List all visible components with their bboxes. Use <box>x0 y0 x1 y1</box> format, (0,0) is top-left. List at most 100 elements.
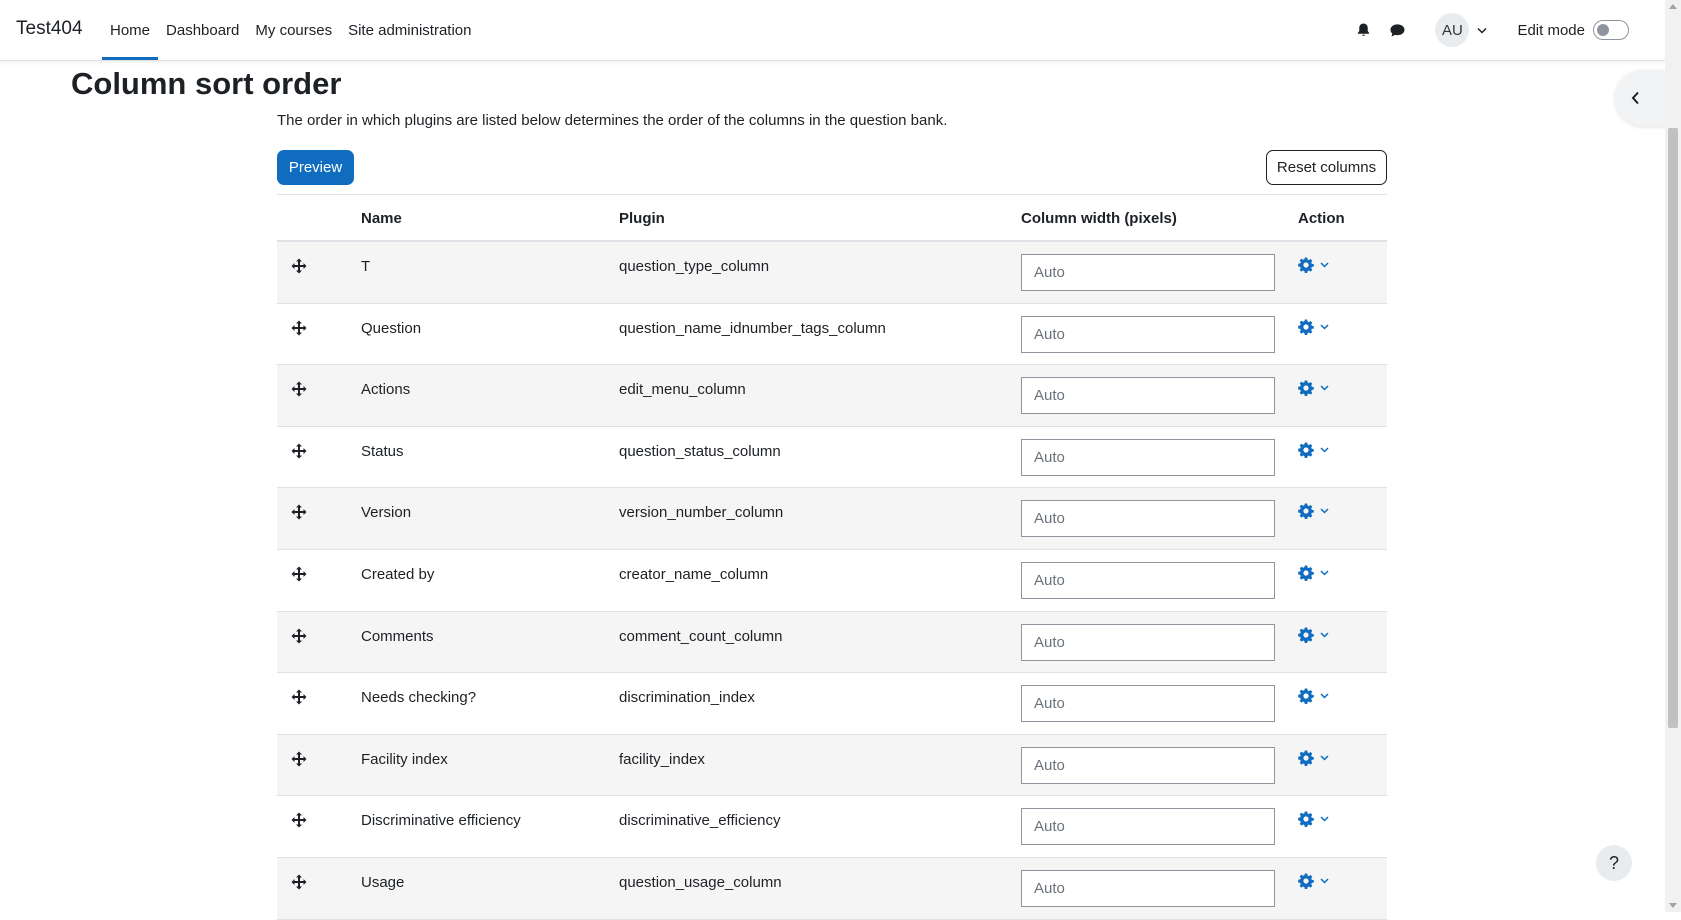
reset-columns-button[interactable]: Reset columns <box>1266 150 1387 185</box>
move-icon[interactable] <box>290 442 308 460</box>
column-sort-table: Name Plugin Column width (pixels) Action… <box>277 194 1387 920</box>
move-icon[interactable] <box>290 565 308 583</box>
gear-icon[interactable] <box>1298 873 1314 889</box>
gear-icon[interactable] <box>1298 380 1314 397</box>
scroll-thumb[interactable] <box>1668 128 1678 728</box>
column-plugin: question_type_column <box>619 258 770 275</box>
move-icon[interactable] <box>290 503 308 521</box>
table-row: Comments comment_count_column <box>277 611 1387 674</box>
column-action-menu[interactable] <box>1298 319 1329 335</box>
column-plugin: edit_menu_column <box>619 381 746 399</box>
gear-icon[interactable] <box>1298 257 1314 273</box>
gear-icon[interactable] <box>1298 565 1314 581</box>
column-name: Actions <box>361 381 411 399</box>
column-name: Status <box>361 442 404 460</box>
move-icon[interactable] <box>290 627 308 645</box>
column-name: Usage <box>361 873 405 891</box>
column-width-input[interactable] <box>1021 254 1275 291</box>
preview-button[interactable]: Preview <box>277 150 354 185</box>
header-name: Name <box>361 210 402 227</box>
chevron-down-icon[interactable] <box>1320 632 1329 638</box>
column-action-menu[interactable] <box>1298 688 1329 705</box>
chevron-down-icon[interactable] <box>1320 755 1329 761</box>
open-drawer-button[interactable] <box>1615 70 1665 126</box>
edit-mode-toggle[interactable] <box>1593 20 1629 40</box>
column-width-input[interactable] <box>1021 315 1275 353</box>
column-plugin: comment_count_column <box>619 627 783 645</box>
chat-bubble-icon[interactable] <box>1387 20 1407 40</box>
chevron-down-icon[interactable] <box>1320 570 1329 576</box>
gear-icon[interactable] <box>1298 750 1314 766</box>
column-action-menu[interactable] <box>1298 257 1329 273</box>
table-row: Status question_status_column <box>277 426 1387 489</box>
gear-icon[interactable] <box>1298 688 1314 705</box>
table-row: Facility index facility_index <box>277 734 1387 797</box>
column-width-input[interactable] <box>1021 685 1275 723</box>
column-action-menu[interactable] <box>1298 565 1329 581</box>
header-action: Action <box>1298 210 1345 227</box>
column-name: Facility index <box>361 750 448 768</box>
chevron-down-icon[interactable] <box>1320 262 1329 268</box>
column-name: Needs checking? <box>361 689 477 707</box>
user-menu[interactable]: AU <box>1435 13 1487 47</box>
chevron-down-icon[interactable] <box>1477 27 1487 34</box>
column-plugin: version_number_column <box>619 504 784 522</box>
table-row: Discriminative efficiency discriminative… <box>277 796 1387 858</box>
bell-icon[interactable] <box>1353 20 1373 40</box>
chevron-down-icon[interactable] <box>1320 385 1329 391</box>
column-plugin: question_name_idnumber_tags_column <box>619 319 886 337</box>
column-action-menu[interactable] <box>1298 873 1329 889</box>
nav-link-my-courses[interactable]: My courses <box>247 0 340 60</box>
column-width-input[interactable] <box>1021 869 1275 907</box>
column-width-input[interactable] <box>1021 500 1275 538</box>
move-icon[interactable] <box>290 380 308 398</box>
column-plugin: creator_name_column <box>619 565 769 583</box>
avatar[interactable]: AU <box>1435 13 1470 47</box>
chevron-down-icon[interactable] <box>1320 508 1329 514</box>
column-action-menu[interactable] <box>1298 442 1329 458</box>
column-action-menu[interactable] <box>1298 503 1329 520</box>
scroll-up-arrow[interactable] <box>1669 4 1677 9</box>
column-width-input[interactable] <box>1021 623 1275 661</box>
move-icon[interactable] <box>290 811 308 829</box>
column-action-menu[interactable] <box>1298 627 1329 643</box>
column-name: Comments <box>361 627 434 645</box>
column-action-menu[interactable] <box>1298 750 1329 766</box>
scroll-down-arrow[interactable] <box>1669 903 1677 908</box>
column-width-input[interactable] <box>1021 377 1275 415</box>
site-brand[interactable]: Test404 <box>16 18 83 40</box>
gear-icon[interactable] <box>1298 627 1314 643</box>
column-width-input[interactable] <box>1021 746 1275 784</box>
table-row: T question_type_column <box>277 242 1387 304</box>
column-width-input[interactable] <box>1021 808 1275 846</box>
gear-icon[interactable] <box>1298 503 1314 520</box>
column-name: Question <box>361 319 422 337</box>
chevron-down-icon[interactable] <box>1320 447 1329 453</box>
column-action-menu[interactable] <box>1298 380 1329 397</box>
column-width-input[interactable] <box>1021 438 1275 476</box>
chevron-down-icon[interactable] <box>1320 324 1329 330</box>
page-title: Column sort order <box>71 66 342 101</box>
chevron-down-icon[interactable] <box>1320 816 1329 822</box>
move-icon[interactable] <box>290 750 308 768</box>
column-plugin: facility_index <box>619 750 705 768</box>
column-action-menu[interactable] <box>1298 811 1329 828</box>
nav-link-home[interactable]: Home <box>102 0 159 60</box>
column-plugin: question_usage_column <box>619 873 782 891</box>
gear-icon[interactable] <box>1298 811 1314 828</box>
move-icon[interactable] <box>290 873 308 891</box>
chevron-down-icon[interactable] <box>1320 878 1329 884</box>
page-scrollbar[interactable] <box>1665 0 1681 912</box>
move-icon[interactable] <box>290 319 308 337</box>
nav-link-site-administration[interactable]: Site administration <box>340 0 479 60</box>
move-icon[interactable] <box>290 257 308 275</box>
primary-navigation: Home Dashboard My courses Site administr… <box>102 0 480 60</box>
nav-link-dashboard[interactable]: Dashboard <box>158 0 247 60</box>
column-width-input[interactable] <box>1021 561 1275 599</box>
gear-icon[interactable] <box>1298 442 1314 458</box>
chevron-down-icon[interactable] <box>1320 693 1329 699</box>
move-icon[interactable] <box>290 688 308 706</box>
gear-icon[interactable] <box>1298 319 1314 335</box>
header-column-width: Column width (pixels) <box>1021 210 1177 227</box>
help-button[interactable]: ? <box>1596 845 1632 881</box>
